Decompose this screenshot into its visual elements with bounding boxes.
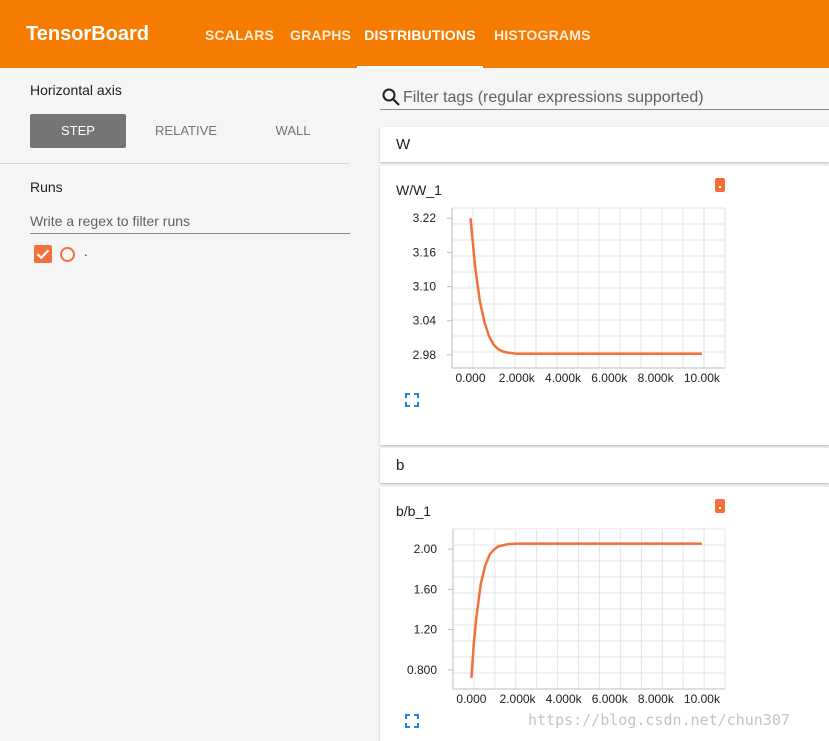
- runs-label: Runs: [30, 179, 63, 195]
- chart-card-w: W/W_1 2.98 3.04 3.10 3.16 3.22 0.000 2.000k 4.0…: [380, 166, 829, 445]
- axis-relative-button[interactable]: RELATIVE: [138, 114, 234, 148]
- axis-wall-button[interactable]: WALL: [246, 114, 340, 148]
- search-icon: [382, 88, 400, 106]
- x-tick-label: 4.000k: [546, 692, 583, 706]
- x-tick-label: 8.000k: [638, 371, 675, 385]
- y-tick-label: 3.04: [413, 314, 437, 328]
- x-tick-label: 6.000k: [591, 371, 628, 385]
- y-tick-label: 3.22: [413, 211, 437, 225]
- tab-graphs[interactable]: GRAPHS: [290, 0, 351, 68]
- run-name: .: [84, 244, 88, 259]
- check-icon: [36, 249, 50, 260]
- x-tick-label: 6.000k: [592, 692, 629, 706]
- x-tick-label: 4.000k: [545, 371, 582, 385]
- y-tick-label: 0.800: [407, 663, 437, 677]
- tab-distributions-label: DISTRIBUTIONS: [364, 27, 476, 43]
- chart-card-b: b/b_1 0.800 1.20 1.60 2.00 0.000 2.000k 4.000k…: [380, 487, 829, 741]
- expand-icon[interactable]: [405, 714, 419, 728]
- category-header-w[interactable]: W: [380, 127, 829, 162]
- sidebar-divider: [0, 163, 349, 164]
- x-tick-label: 2.000k: [500, 692, 537, 706]
- expand-icon[interactable]: [405, 393, 419, 407]
- x-tick-label: 0.000: [455, 371, 485, 385]
- y-tick-label: 3.16: [413, 245, 437, 259]
- x-tick-label: 0.000: [456, 692, 486, 706]
- tab-distributions[interactable]: DISTRIBUTIONS: [357, 0, 483, 68]
- y-tick-label: 3.10: [413, 280, 437, 294]
- chart-plot: 2.98 3.04 3.10 3.16 3.22 0.000 2.000k 4.000k 6.0…: [413, 207, 726, 385]
- axis-step-button[interactable]: STEP: [30, 114, 126, 148]
- watermark: https://blog.csdn.net/chun307: [528, 711, 790, 729]
- horizontal-axis-label: Horizontal axis: [30, 82, 122, 98]
- top-app-bar: TensorBoard SCALARS GRAPHS DISTRIBUTIONS…: [0, 0, 829, 68]
- series-line: [470, 542, 702, 678]
- y-tick-label: 2.98: [413, 348, 437, 362]
- category-header-b[interactable]: b: [380, 448, 829, 483]
- run-filter-input[interactable]: [30, 208, 350, 234]
- tab-histograms[interactable]: HISTOGRAMS: [494, 0, 591, 68]
- y-tick-label: 1.20: [414, 623, 438, 637]
- y-tick-label: 2.00: [414, 542, 438, 556]
- x-tick-label: 2.000k: [499, 371, 536, 385]
- app-title: TensorBoard: [26, 23, 149, 45]
- run-checkbox[interactable]: [34, 245, 52, 263]
- x-tick-label: 10.00k: [684, 692, 721, 706]
- y-tick-label: 1.60: [414, 582, 438, 596]
- run-color-indicator: [60, 247, 75, 262]
- x-tick-label: 8.000k: [638, 692, 675, 706]
- series-line: [469, 218, 702, 356]
- x-tick-label: 10.00k: [684, 371, 721, 385]
- tab-scalars[interactable]: SCALARS: [205, 0, 274, 68]
- chart-plot: 0.800 1.20 1.60 2.00 0.000 2.000k 4.000k 6.000k…: [407, 528, 726, 706]
- tag-filter-underline: [380, 109, 829, 110]
- tag-filter-input[interactable]: [403, 86, 829, 110]
- active-tab-indicator: [357, 66, 483, 68]
